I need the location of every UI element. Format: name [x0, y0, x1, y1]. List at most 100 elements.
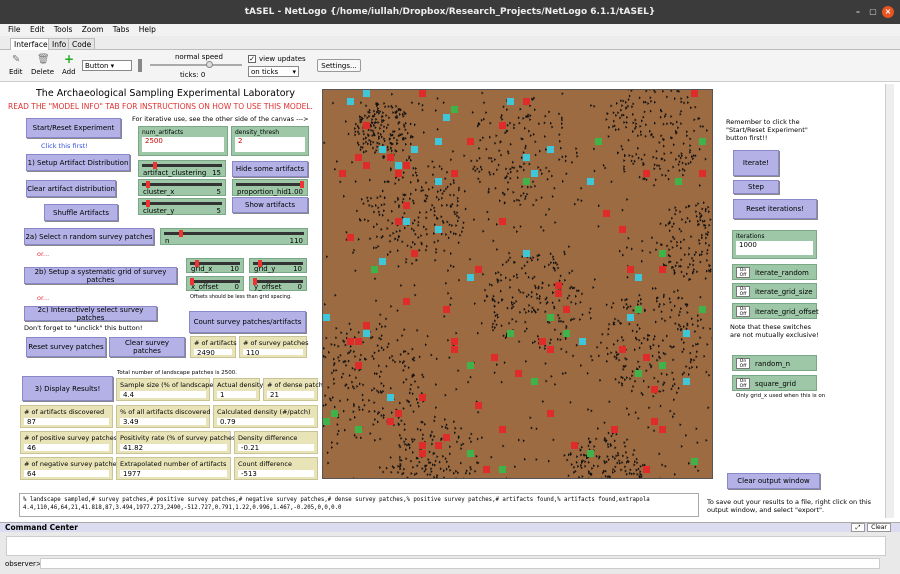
- menu-zoom[interactable]: Zoom: [82, 25, 104, 34]
- speed-slider[interactable]: [150, 64, 242, 66]
- extrapolated-monitor: Extrapolated number of artifacts 1977: [116, 457, 231, 480]
- density-thresh-value[interactable]: 2: [235, 137, 305, 152]
- instructions-text: READ THE "MODEL INFO" TAB FOR INSTRUCTIO…: [8, 102, 313, 111]
- minimize-icon[interactable]: –: [852, 6, 864, 18]
- density-thresh-input[interactable]: density_thresh 2: [231, 126, 309, 156]
- num-artifacts-label: num_artifacts: [142, 129, 184, 136]
- command-center: Command Center ⤢ Clear observer>: [0, 522, 900, 574]
- start-reset-button[interactable]: Start/Reset Experiment: [26, 118, 121, 138]
- command-input[interactable]: [40, 558, 880, 569]
- command-center-title: Command Center: [5, 523, 78, 532]
- iterate-grid-offset-switch[interactable]: On Off iterate_grid_offset: [732, 303, 819, 319]
- close-icon[interactable]: ×: [882, 6, 894, 18]
- shuffle-artifacts-button[interactable]: Shuffle Artifacts: [44, 204, 118, 221]
- output-line: 4.4,110,46,64,21,41.818,87,3.494,1977.27…: [23, 505, 342, 511]
- interactive-select-button[interactable]: 2c) Interactively select survey patches: [24, 305, 157, 322]
- show-artifacts-button[interactable]: Show artifacts: [232, 197, 308, 213]
- n-slider[interactable]: n 110: [160, 228, 308, 245]
- positive-patches-monitor: # of positive survey patches 46: [20, 431, 117, 454]
- num-artifacts-input[interactable]: num_artifacts 2500: [138, 126, 228, 156]
- menu-tools[interactable]: Tools: [54, 25, 72, 34]
- cluster-y-slider[interactable]: cluster_y 5: [138, 198, 226, 215]
- square-grid-switch[interactable]: On Off square_grid: [732, 375, 817, 391]
- clear-output-button[interactable]: Clear output window: [727, 473, 820, 489]
- menu-file[interactable]: File: [8, 25, 21, 34]
- y-offset-slider[interactable]: y_offset 0: [249, 276, 307, 291]
- positivity-monitor: Positivity rate (% of survey patches) 41.…: [116, 431, 238, 454]
- tab-info[interactable]: Info: [48, 38, 71, 50]
- delete-button[interactable]: Delete: [31, 68, 54, 76]
- clear-patches-button[interactable]: Clear survey patches: [109, 337, 185, 357]
- x-offset-slider[interactable]: x_offset 0: [186, 276, 244, 291]
- systematic-grid-button[interactable]: 2b) Setup a systematic grid of survey pa…: [24, 267, 177, 284]
- reset-patches-button[interactable]: Reset survey patches: [26, 337, 106, 357]
- offset-note: Offsets should be less than grid spacing…: [190, 294, 292, 300]
- world-view[interactable]: [322, 89, 713, 479]
- density-diff-monitor: Density difference -0.21: [234, 431, 318, 454]
- grid-note: Only grid_x used when this is on: [736, 393, 826, 399]
- observer-prompt[interactable]: observer>: [5, 560, 42, 568]
- switch-note: Note that these switches are not mutuall…: [730, 323, 819, 339]
- cluster-x-slider[interactable]: cluster_x 5: [138, 179, 226, 196]
- command-history: [6, 536, 886, 556]
- add-icon[interactable]: +: [64, 52, 74, 66]
- save-note: To save out your results to a file, righ…: [707, 498, 872, 514]
- speed-slider-knob[interactable]: [206, 61, 213, 68]
- step-button[interactable]: Step: [733, 180, 779, 194]
- density-thresh-label: density_thresh: [235, 129, 280, 136]
- reset-iterations-button[interactable]: Reset iterations!: [733, 199, 817, 219]
- output-window[interactable]: % landscape sampled,# survey patches,# p…: [19, 493, 699, 517]
- menu-bar: File Edit Tools Zoom Tabs Help: [0, 24, 900, 36]
- maximize-icon[interactable]: ▢: [867, 6, 879, 18]
- grid-x-slider[interactable]: grid_x 10: [186, 258, 244, 273]
- unclick-note: Don't forget to "unclick" this button!: [24, 324, 143, 332]
- iterate-grid-size-switch[interactable]: On Off iterate_grid_size: [732, 283, 817, 299]
- menu-tabs[interactable]: Tabs: [113, 25, 130, 34]
- edit-icon[interactable]: ✎: [12, 54, 20, 65]
- trash-icon[interactable]: 🗑: [37, 54, 50, 65]
- widget-type-select[interactable]: Button ▾: [82, 60, 132, 71]
- grid-y-slider[interactable]: grid_y 10: [249, 258, 307, 273]
- add-button[interactable]: Add: [62, 68, 76, 76]
- calc-density-monitor: Calculated density (#/patch) 0.79: [213, 405, 318, 428]
- proportion-hid-slider[interactable]: proportion_hid 1.00: [232, 179, 308, 196]
- dense-patches-monitor: # of dense patches 21: [263, 378, 330, 401]
- iterations-input[interactable]: iterations 1000: [732, 230, 817, 259]
- actual-density-monitor: Actual density 1: [213, 378, 263, 401]
- random-n-switch[interactable]: On Off random_n: [732, 355, 817, 371]
- command-center-header: [0, 522, 900, 532]
- count-diff-monitor: Count difference -513: [234, 457, 318, 480]
- toolbar-divider: [138, 59, 142, 72]
- edit-button[interactable]: Edit: [9, 68, 23, 76]
- settings-button[interactable]: Settings...: [317, 59, 361, 72]
- vertical-scrollbar[interactable]: [885, 84, 894, 518]
- iterate-button[interactable]: Iterate!: [733, 150, 779, 176]
- clear-command-button[interactable]: Clear: [867, 523, 891, 532]
- clear-artifacts-button[interactable]: Clear artifact distribution: [26, 180, 116, 197]
- pct-artifacts-monitor: % of all artifacts discovered 3.49: [116, 405, 210, 428]
- menu-help[interactable]: Help: [139, 25, 156, 34]
- speed-label: normal speed: [175, 53, 223, 61]
- or-note-1: or...: [37, 250, 50, 258]
- display-results-button[interactable]: 3) Display Results!: [22, 376, 113, 401]
- view-updates-checkbox[interactable]: ✓: [248, 55, 256, 63]
- artifact-clustering-slider[interactable]: artifact_clustering 15: [138, 160, 226, 177]
- update-mode-select[interactable]: on ticks ▾: [248, 66, 299, 77]
- iterate-random-switch[interactable]: On Off iterate_random: [732, 264, 817, 280]
- tab-code[interactable]: Code: [68, 38, 96, 50]
- select-random-button[interactable]: 2a) Select n random survey patches: [24, 228, 154, 245]
- ticks-counter: ticks: 0: [180, 71, 206, 79]
- artifacts-discovered-monitor: # of artifacts discovered 87: [20, 405, 113, 428]
- expand-icon[interactable]: ⤢: [851, 523, 865, 532]
- count-patches-button[interactable]: Count survey patches/artifacts: [189, 311, 306, 333]
- window-title: tASEL - NetLogo {/home/iullah/Dropbox/Re…: [244, 7, 656, 17]
- widget-type-value: Button: [85, 62, 109, 70]
- setup-artifacts-button[interactable]: 1) Setup Artifact Distribution: [26, 154, 130, 171]
- tab-interface[interactable]: Interface: [10, 38, 52, 50]
- interactive-select-label: 2c) Interactively select survey patches: [37, 305, 144, 322]
- menu-edit[interactable]: Edit: [30, 25, 45, 34]
- hide-artifacts-button[interactable]: Hide some artifacts: [232, 161, 308, 177]
- num-artifacts-value[interactable]: 2500: [142, 137, 224, 152]
- or-note-2: or...: [37, 294, 50, 302]
- model-title: The Archaeological Sampling Experimental…: [36, 88, 296, 99]
